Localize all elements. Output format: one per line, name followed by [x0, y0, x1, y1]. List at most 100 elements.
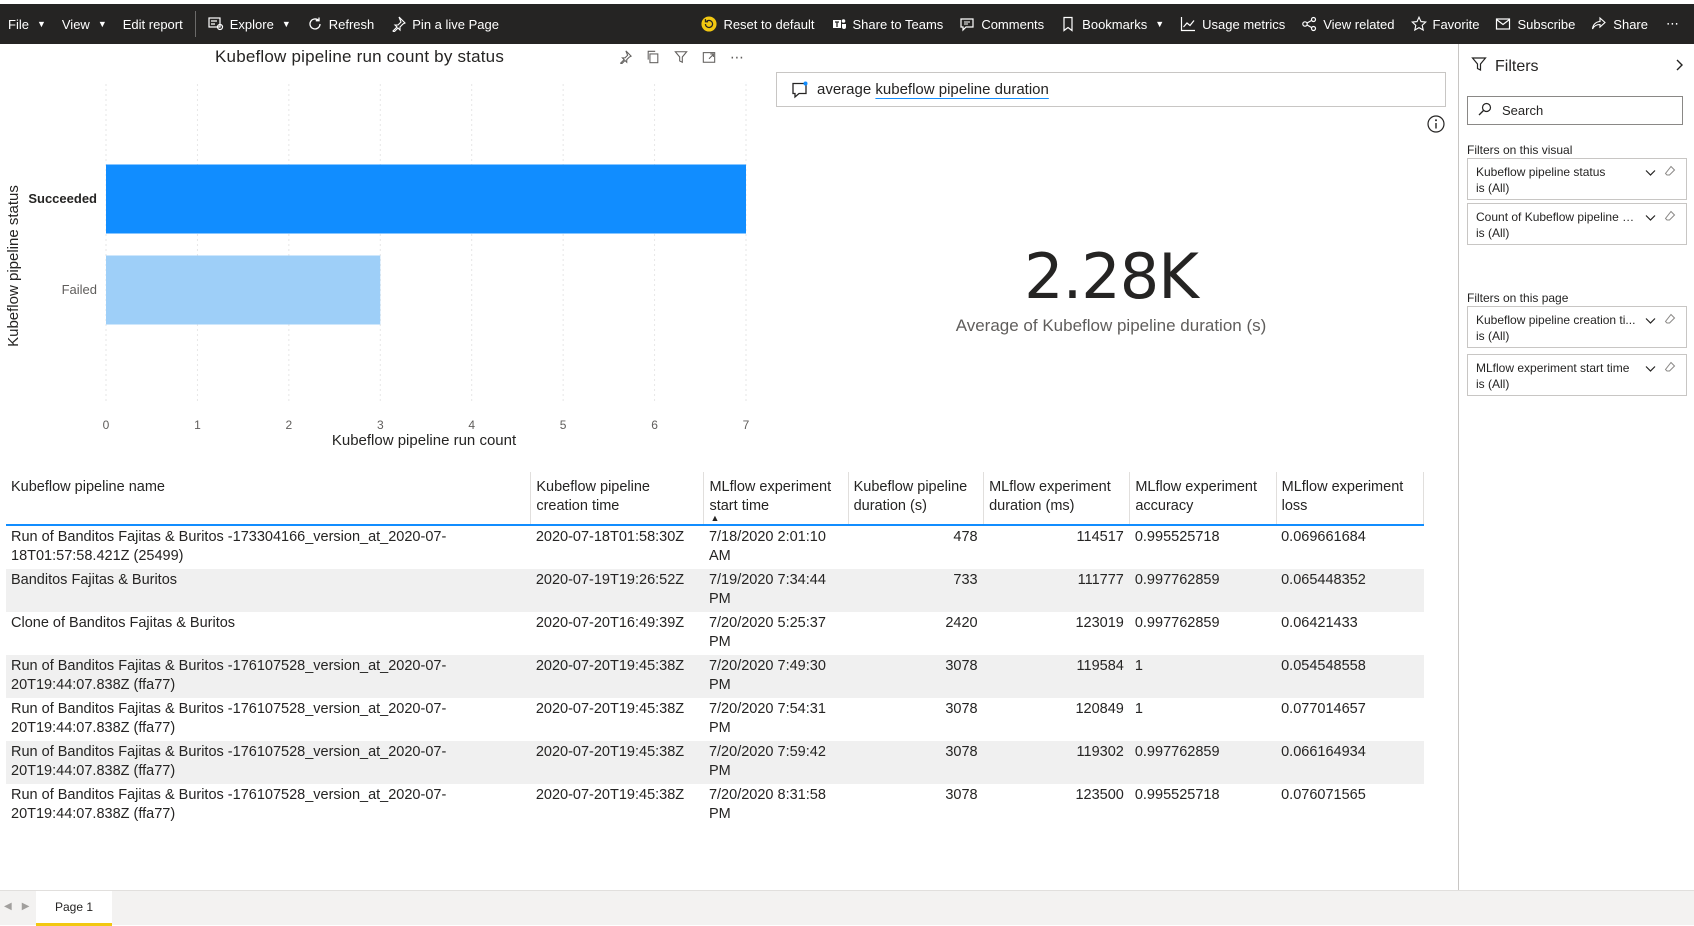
cell-pipeline-name: Run of Banditos Fajitas & Buritos -17610…: [11, 744, 447, 779]
reset-default-button[interactable]: Reset to default: [693, 4, 822, 44]
table-row[interactable]: Run of Banditos Fajitas & Buritos -17610…: [6, 698, 1424, 741]
cell-experiment-duration: 119302: [1076, 744, 1124, 760]
chevron-down-icon[interactable]: [1645, 313, 1656, 329]
filters-title: Filters: [1495, 57, 1539, 75]
chevron-down-icon[interactable]: [1645, 165, 1656, 181]
share-button[interactable]: Share: [1583, 4, 1656, 44]
page-filters-heading: Filters on this page: [1467, 291, 1569, 305]
edit-report-label: Edit report: [122, 16, 183, 32]
cell-pipeline-duration: 478: [953, 529, 978, 545]
favorite-button[interactable]: Favorite: [1403, 4, 1488, 44]
filters-search-input[interactable]: Search: [1467, 96, 1683, 125]
top-toolbar: File ▼ View ▼ Edit report Explore ▼ Refr…: [0, 0, 1694, 44]
related-icon: [1301, 16, 1317, 32]
column-header[interactable]: MLflow experiment accuracy: [1129, 472, 1277, 525]
eraser-icon[interactable]: [1664, 210, 1676, 226]
eraser-icon[interactable]: [1664, 165, 1676, 181]
subscribe-button[interactable]: Subscribe: [1487, 4, 1583, 44]
share-label: Share: [1613, 16, 1648, 32]
cell-accuracy: 0.997762859: [1134, 744, 1220, 760]
cell-loss: 0.06421433: [1281, 615, 1358, 631]
x-axis-title: Kubeflow pipeline run count: [332, 432, 517, 449]
cell-pipeline-name: Run of Banditos Fajitas & Buritos -17610…: [11, 787, 447, 822]
edit-report-button[interactable]: Edit report: [115, 4, 191, 44]
cell-creation-time: 2020-07-20T19:45:38Z: [535, 701, 685, 717]
more-options-button[interactable]: ⋯: [1656, 4, 1694, 44]
table-row[interactable]: Run of Banditos Fajitas & Buritos -17610…: [6, 741, 1424, 784]
file-menu[interactable]: File ▼: [0, 4, 54, 44]
cell-start-time: 7/20/2020 8:31:58 PM: [708, 787, 826, 822]
prev-page-icon[interactable]: ◀: [4, 901, 12, 912]
qna-search-box[interactable]: average kubeflow pipeline duration: [776, 72, 1446, 107]
column-header[interactable]: Kubeflow pipeline name: [6, 472, 532, 525]
table-row[interactable]: Clone of Banditos Fajitas & Buritos 2020…: [6, 612, 1424, 655]
eraser-icon[interactable]: [1664, 361, 1676, 377]
chevron-down-icon[interactable]: [1645, 361, 1656, 377]
bar-failed[interactable]: [106, 255, 381, 325]
filter-card-count[interactable]: Count of Kubeflow pipeline s... is (All): [1467, 203, 1687, 245]
category-label: Failed: [62, 282, 97, 297]
cell-pipeline-name: Banditos Fajitas & Buritos: [11, 572, 178, 588]
column-header-sorted[interactable]: MLflow experiment start time ▲: [703, 472, 849, 525]
explore-menu[interactable]: Explore ▼: [200, 4, 299, 44]
filter-card-creation-time[interactable]: Kubeflow pipeline creation ti... is (All…: [1467, 306, 1687, 348]
comments-button[interactable]: Comments: [951, 4, 1052, 44]
focus-mode-icon[interactable]: [700, 48, 718, 66]
table-row[interactable]: Run of Banditos Fajitas & Buritos -17610…: [6, 655, 1424, 698]
usage-metrics-label: Usage metrics: [1202, 16, 1286, 32]
bar-chart-visual[interactable]: Succeeded Failed 0 1 2 3 4 5 6 7 Kubeflow pipeli…: [0, 44, 760, 456]
visual-header: ⋯: [616, 48, 746, 66]
table-row[interactable]: Run of Banditos Fajitas & Buritos -17610…: [6, 784, 1424, 827]
info-icon[interactable]: [1426, 114, 1446, 134]
pin-live-page-button[interactable]: Pin a live Page: [382, 4, 507, 44]
cell-pipeline-duration: 733: [953, 572, 978, 588]
pin-icon: [390, 16, 407, 32]
more-options-icon[interactable]: ⋯: [728, 48, 746, 66]
chevron-down-icon: ▼: [1155, 19, 1165, 29]
cell-start-time: 7/20/2020 7:54:31 PM: [708, 701, 826, 736]
mail-icon: [1495, 16, 1511, 32]
cell-loss: 0.076071565: [1281, 787, 1366, 803]
chart-bars: [106, 164, 746, 325]
cell-start-time: 7/19/2020 7:34:44 PM: [708, 572, 826, 607]
chevron-down-icon[interactable]: [1645, 210, 1656, 226]
filter-card-start-time[interactable]: MLflow experiment start time is (All): [1467, 354, 1687, 396]
bookmarks-menu[interactable]: Bookmarks ▼: [1052, 4, 1172, 44]
toolbar-divider: [194, 11, 196, 37]
copy-visual-icon[interactable]: [644, 48, 662, 66]
filter-visual-icon[interactable]: [672, 48, 690, 66]
view-menu[interactable]: View ▼: [54, 4, 115, 44]
star-icon: [1410, 16, 1427, 32]
reset-icon: [701, 16, 717, 32]
filter-card-state: is (All): [1476, 226, 1510, 240]
table-row[interactable]: Run of Banditos Fajitas & Buritos -17330…: [6, 525, 1424, 569]
cell-pipeline-duration: 2420: [945, 615, 978, 631]
view-related-button[interactable]: View related: [1293, 4, 1402, 44]
cell-creation-time: 2020-07-18T01:58:30Z: [535, 529, 685, 545]
cell-experiment-duration: 119584: [1076, 658, 1124, 674]
eraser-icon[interactable]: [1664, 313, 1676, 329]
bar-succeeded[interactable]: [106, 164, 746, 234]
column-header[interactable]: MLflow experiment loss: [1276, 472, 1425, 525]
share-teams-button[interactable]: Share to Teams: [823, 4, 952, 44]
column-header[interactable]: Kubeflow pipeline creation time: [530, 472, 705, 525]
chart-title: Kubeflow pipeline run count by status: [215, 47, 505, 66]
share-icon: [1591, 16, 1607, 32]
page-tab-1[interactable]: Page 1: [36, 891, 112, 926]
runs-table-visual[interactable]: Kubeflow pipeline name Kubeflow pipeline…: [6, 472, 1425, 827]
filters-pane: Filters Search Filters on this visual Ku…: [1458, 44, 1694, 890]
visual-filters-heading: Filters on this visual: [1467, 143, 1573, 157]
next-page-icon[interactable]: ▶: [22, 901, 30, 912]
usage-metrics-button[interactable]: Usage metrics: [1172, 4, 1293, 44]
refresh-button[interactable]: Refresh: [299, 4, 383, 44]
filter-card-state: is (All): [1476, 181, 1510, 195]
column-header[interactable]: MLflow experiment duration (ms): [983, 472, 1131, 525]
column-header[interactable]: Kubeflow pipeline duration (s): [848, 472, 985, 525]
collapse-filters-button[interactable]: [1675, 58, 1685, 75]
cell-accuracy: 0.997762859: [1134, 572, 1220, 588]
pin-visual-icon[interactable]: [616, 48, 634, 66]
cell-start-time: 7/20/2020 7:59:42 PM: [708, 744, 826, 779]
subscribe-label: Subscribe: [1517, 16, 1576, 32]
table-row[interactable]: Banditos Fajitas & Buritos 2020-07-19T19…: [6, 569, 1424, 612]
filter-card-status[interactable]: Kubeflow pipeline status is (All): [1467, 158, 1687, 200]
